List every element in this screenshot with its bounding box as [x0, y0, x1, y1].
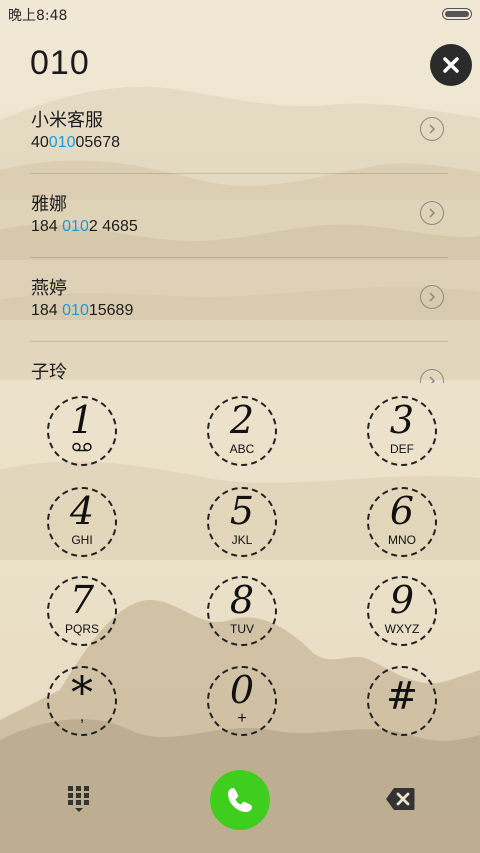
key-2[interactable]: 2 ABC	[207, 396, 277, 466]
contact-row[interactable]: 子玲	[30, 342, 448, 383]
key-hash[interactable]: #	[367, 666, 437, 736]
contact-name: 小米客服	[31, 110, 103, 131]
contact-number: 184 01015689	[31, 302, 134, 319]
phone-icon	[228, 788, 252, 812]
key-3[interactable]: 3 DEF	[367, 396, 437, 466]
contact-results-list: 小米客服 4001005678 雅娜 184 0102 4685 燕婷 184 …	[0, 90, 480, 383]
contact-name: 燕婷	[31, 278, 67, 299]
key-8[interactable]: 8 TUV	[207, 576, 277, 646]
contact-row[interactable]: 小米客服 4001005678	[30, 90, 448, 174]
contact-number: 184 0102 4685	[31, 218, 138, 235]
status-bar: 晚上8:48	[0, 0, 480, 26]
battery-icon	[442, 8, 472, 20]
close-icon	[443, 57, 459, 73]
key-star[interactable]: *,	[47, 666, 117, 736]
contact-detail-button[interactable]	[420, 369, 444, 383]
key-0[interactable]: 0 +	[207, 666, 277, 736]
chevron-right-icon	[429, 292, 436, 302]
key-5[interactable]: 5 JKL	[207, 487, 277, 557]
contact-detail-button[interactable]	[420, 117, 444, 141]
chevron-right-icon	[429, 124, 436, 134]
call-button[interactable]	[210, 770, 270, 830]
contact-row[interactable]: 燕婷 184 01015689	[30, 258, 448, 342]
dialpad-icon[interactable]	[67, 785, 91, 813]
contact-number: 4001005678	[31, 134, 120, 151]
key-4[interactable]: 4 GHI	[47, 487, 117, 557]
contact-name: 雅娜	[31, 194, 67, 215]
status-time: 晚上8:48	[8, 8, 68, 24]
key-6[interactable]: 6 MNO	[367, 487, 437, 557]
contact-name: 子玲	[31, 362, 67, 383]
backspace-icon[interactable]	[385, 787, 415, 811]
chevron-right-icon	[429, 208, 436, 218]
chevron-right-icon	[429, 376, 436, 383]
voicemail-icon	[72, 442, 92, 452]
contact-detail-button[interactable]	[420, 201, 444, 225]
clear-button[interactable]	[430, 44, 472, 86]
contact-detail-button[interactable]	[420, 285, 444, 309]
key-1[interactable]: 1	[47, 396, 117, 466]
key-9[interactable]: 9 WXYZ	[367, 576, 437, 646]
dialed-number: 010	[30, 44, 90, 82]
contact-row[interactable]: 雅娜 184 0102 4685	[30, 174, 448, 258]
key-7[interactable]: 7 PQRS	[47, 576, 117, 646]
